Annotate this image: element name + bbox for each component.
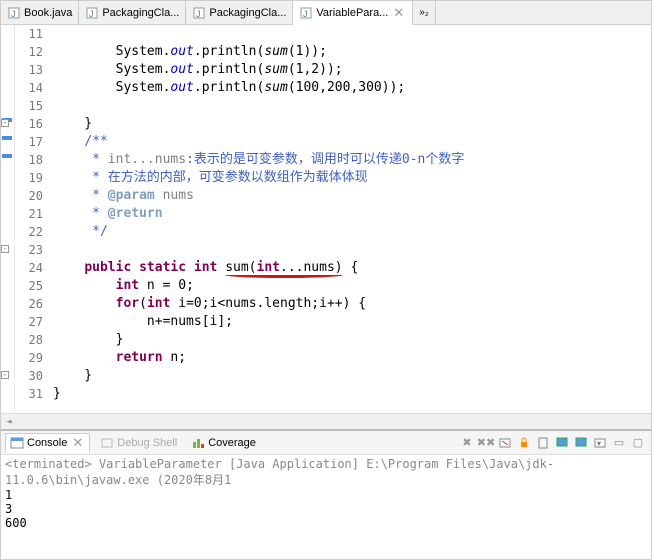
tab-book[interactable]: J Book.java (1, 1, 79, 24)
console-panel: Console ✕ Debug Shell Coverage ✖ ✖✖ ▾ ▭ … (1, 429, 651, 559)
coverage-tab-label: Coverage (208, 437, 256, 449)
console-tab-bar: Console ✕ Debug Shell Coverage ✖ ✖✖ ▾ ▭ … (1, 431, 651, 455)
editor-tab-bar: J Book.java J PackagingCla... J Packagin… (1, 1, 651, 25)
svg-text:J: J (303, 9, 308, 19)
remove-launch-icon[interactable]: ✖ (458, 434, 476, 452)
tab-variablepara[interactable]: J VariablePara... ✕ (293, 1, 413, 25)
min-icon[interactable]: ▭ (610, 434, 628, 452)
horizontal-scrollbar[interactable]: ◄ (1, 413, 651, 429)
tab-label: VariablePara... (316, 7, 388, 19)
output-line: 3 (5, 502, 647, 516)
tab-packaging-1[interactable]: J PackagingCla... (79, 1, 186, 24)
debug-shell-tab[interactable]: Debug Shell (96, 435, 181, 451)
tab-label: Book.java (24, 7, 72, 19)
console-output[interactable]: <terminated> VariableParameter [Java App… (1, 455, 651, 559)
java-file-icon: J (7, 6, 21, 20)
code-editor[interactable]: - - - 1112131415161718192021222324252627… (1, 25, 651, 413)
fold-icon[interactable]: - (1, 119, 9, 127)
console-toolbar: ✖ ✖✖ ▾ ▭ ▢ (458, 434, 647, 452)
code-area[interactable]: System.out.println(sum(1)); System.out.p… (49, 25, 651, 413)
clear-icon[interactable] (496, 434, 514, 452)
console-icon (10, 436, 24, 450)
java-file-icon: J (85, 6, 99, 20)
java-file-icon: J (192, 6, 206, 20)
tab-label: PackagingCla... (102, 7, 179, 19)
marker-column: - - - (1, 25, 15, 413)
svg-text:J: J (196, 9, 201, 19)
console-tab-label: Console (27, 437, 67, 449)
more-tabs[interactable]: »₂ (413, 1, 435, 24)
coverage-tab[interactable]: Coverage (187, 435, 260, 451)
fold-icon[interactable]: - (1, 245, 9, 253)
scroll-left-icon[interactable]: ◄ (1, 417, 17, 427)
pin-icon[interactable] (534, 434, 552, 452)
output-line: 600 (5, 516, 647, 530)
coverage-icon (191, 436, 205, 450)
close-icon[interactable]: ✕ (70, 435, 85, 451)
open-console-icon[interactable]: ▾ (591, 434, 609, 452)
debug-icon (100, 436, 114, 450)
java-file-icon: J (299, 6, 313, 20)
debug-tab-label: Debug Shell (117, 437, 177, 449)
line-numbers: 1112131415161718192021222324252627282930… (15, 25, 49, 413)
console-tab[interactable]: Console ✕ (5, 433, 90, 453)
tab-packaging-2[interactable]: J PackagingCla... (186, 1, 293, 24)
svg-text:▾: ▾ (597, 439, 601, 448)
display-icon[interactable] (553, 434, 571, 452)
fold-icon[interactable]: - (1, 371, 9, 379)
svg-text:J: J (11, 9, 16, 19)
output-line: 1 (5, 488, 647, 502)
close-icon[interactable]: ✕ (391, 5, 406, 21)
tab-label: PackagingCla... (209, 7, 286, 19)
max-icon[interactable]: ▢ (629, 434, 647, 452)
svg-text:J: J (89, 9, 94, 19)
scroll-lock-icon[interactable] (515, 434, 533, 452)
display2-icon[interactable] (572, 434, 590, 452)
terminated-line: <terminated> VariableParameter [Java App… (5, 457, 647, 488)
remove-all-icon[interactable]: ✖✖ (477, 434, 495, 452)
